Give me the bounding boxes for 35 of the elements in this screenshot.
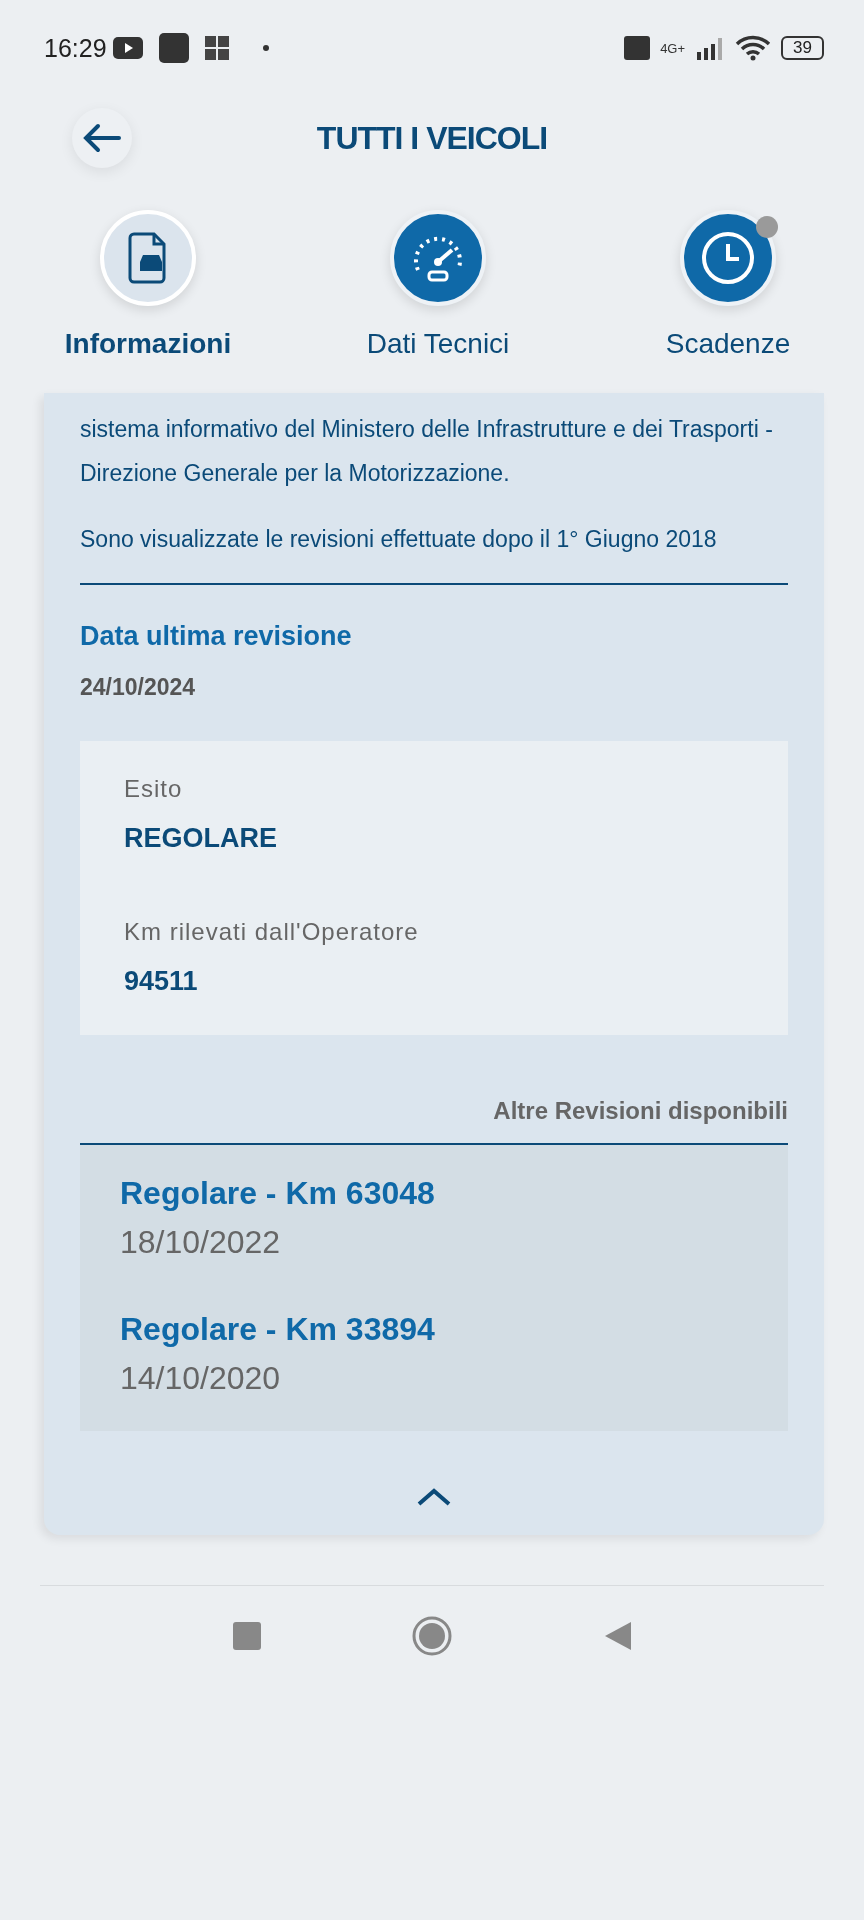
- detail-label: Esito: [124, 775, 184, 803]
- revision-date: 14/10/2020: [120, 1360, 282, 1397]
- tab[interactable]: Dati Tecnici: [338, 210, 538, 393]
- detail-value: REGOLARE: [124, 823, 278, 854]
- wifi-icon: [735, 35, 772, 61]
- back-nav-button[interactable]: [603, 1620, 631, 1652]
- network-type: 4G+: [660, 40, 686, 56]
- battery-indicator: 39: [781, 36, 824, 60]
- triangle-icon: [603, 1620, 631, 1652]
- home-button[interactable]: [411, 1615, 453, 1657]
- app-icon: [158, 33, 189, 63]
- chevron-up-icon: [416, 1487, 452, 1507]
- volte-icon: [624, 36, 651, 60]
- revision-title: Regolare - Km 63048: [120, 1175, 436, 1212]
- status-time: 16:29: [44, 33, 107, 63]
- intro-text: Sono visualizzate le revisioni effettuate dopo il 1° Giugno 2018: [80, 525, 718, 554]
- page-title: TUTTI I VEICOLI: [316, 119, 548, 157]
- back-arrow-icon: [82, 123, 122, 153]
- tab[interactable]: Informazioni: [48, 210, 248, 393]
- detail-label: Km rilevati dall'Operatore: [124, 918, 420, 946]
- square-icon: [233, 1622, 261, 1650]
- other-revisions-title: Altre Revisioni disponibili: [492, 1097, 788, 1125]
- play-icon: [112, 37, 143, 59]
- clock-icon: [700, 230, 756, 286]
- section-label: Data ultima revisione: [80, 621, 353, 652]
- detail-value: 94511: [124, 966, 199, 997]
- dot-icon: [262, 45, 269, 51]
- revision-date: 18/10/2022: [120, 1224, 282, 1261]
- tab[interactable]: Scadenze: [628, 210, 828, 393]
- collapse-button[interactable]: [416, 1487, 452, 1507]
- circle-icon: [411, 1615, 453, 1657]
- revision-title: Regolare - Km 33894: [120, 1311, 436, 1348]
- revision-date: 24/10/2024: [80, 674, 197, 701]
- app-icon: [202, 34, 231, 62]
- intro-text: sistema informativo del Ministero delle Infrastrutture e dei Trasporti - Direzione Generale per la Motorizzazione.: [80, 415, 774, 488]
